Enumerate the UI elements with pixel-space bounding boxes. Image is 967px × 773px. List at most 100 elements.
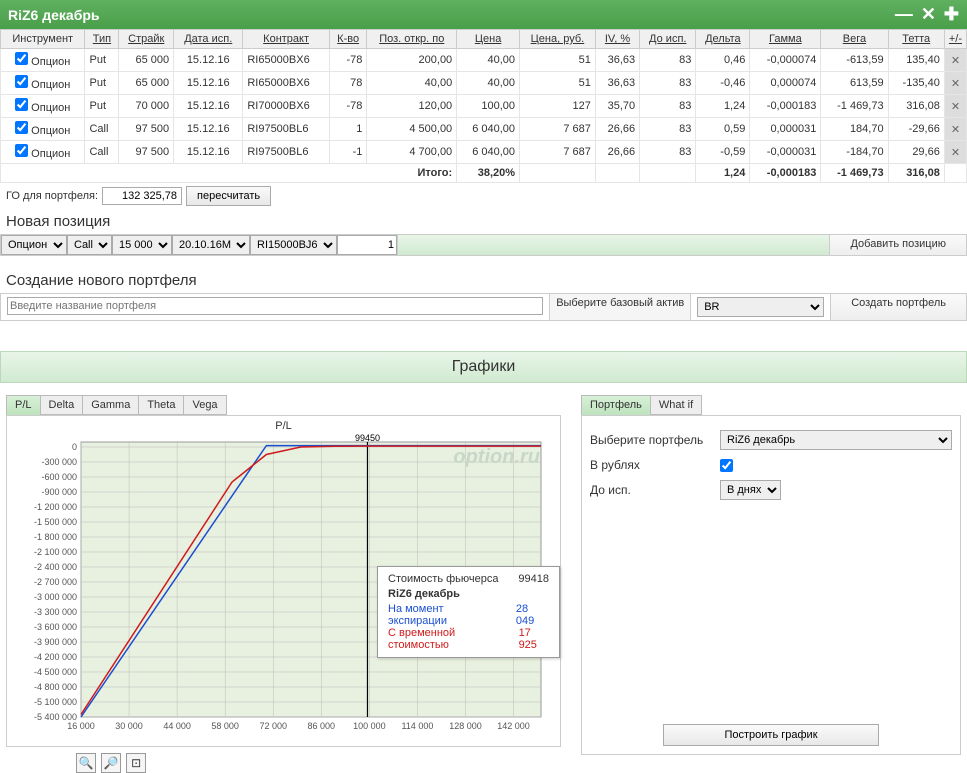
svg-text:-3 900 000: -3 900 000 xyxy=(34,637,77,647)
tab-p/l[interactable]: P/L xyxy=(6,395,41,415)
newpos-date[interactable]: 20.10.16M xyxy=(172,235,250,255)
recalc-button[interactable]: пересчитать xyxy=(186,186,271,206)
col-header[interactable]: Поз. откр. по xyxy=(367,30,457,49)
svg-text:86 000: 86 000 xyxy=(308,721,336,731)
col-header[interactable]: Инструмент xyxy=(1,30,85,49)
close-icon[interactable]: ✕ xyxy=(921,4,936,25)
row-checkbox[interactable] xyxy=(15,98,28,111)
days-select[interactable]: В днях xyxy=(720,480,781,500)
minimize-icon[interactable]: — xyxy=(895,4,913,25)
portfolio-name-input[interactable] xyxy=(7,297,543,315)
window-title: RiZ6 декабрь xyxy=(8,7,100,23)
row-checkbox[interactable] xyxy=(15,75,28,88)
svg-text:99450: 99450 xyxy=(355,433,380,443)
col-header[interactable]: +/- xyxy=(944,30,966,49)
svg-text:72 000: 72 000 xyxy=(259,721,287,731)
select-portfolio-label: Выберите портфель xyxy=(590,433,720,447)
svg-text:-3 300 000: -3 300 000 xyxy=(34,607,77,617)
svg-text:-1 800 000: -1 800 000 xyxy=(34,532,77,542)
delete-row-icon[interactable]: ✕ xyxy=(944,141,966,164)
newpos-type[interactable]: Call xyxy=(67,235,112,255)
newpos-contract[interactable]: RI15000BJ6 xyxy=(250,235,337,255)
base-asset-select[interactable]: BR xyxy=(697,297,824,317)
col-header[interactable]: Дельта xyxy=(696,30,750,49)
positions-table: ИнструментТипСтрайкДата исп.КонтрактК-во… xyxy=(0,29,967,183)
row-checkbox[interactable] xyxy=(15,121,28,134)
tab-портфель[interactable]: Портфель xyxy=(581,395,651,415)
svg-text:-4 800 000: -4 800 000 xyxy=(34,682,77,692)
svg-text:44 000: 44 000 xyxy=(163,721,191,731)
svg-text:58 000: 58 000 xyxy=(211,721,239,731)
right-tabs: ПортфельWhat if xyxy=(581,395,961,415)
svg-text:0: 0 xyxy=(72,442,77,452)
select-portfolio[interactable]: RiZ6 декабрь xyxy=(720,430,952,450)
table-row: Опцион Put70 00015.12.16 RI70000BX6-7812… xyxy=(1,95,967,118)
row-checkbox[interactable] xyxy=(15,52,28,65)
svg-text:-2 700 000: -2 700 000 xyxy=(34,577,77,587)
svg-text:-2 100 000: -2 100 000 xyxy=(34,547,77,557)
svg-text:-3 000 000: -3 000 000 xyxy=(34,592,77,602)
col-header[interactable]: Вега xyxy=(821,30,888,49)
col-header[interactable]: IV, % xyxy=(595,30,639,49)
tab-vega[interactable]: Vega xyxy=(183,395,226,415)
svg-text:142 000: 142 000 xyxy=(497,721,530,731)
tab-gamma[interactable]: Gamma xyxy=(82,395,139,415)
col-header[interactable]: Контракт xyxy=(243,30,330,49)
build-chart-button[interactable]: Построить график xyxy=(663,724,878,746)
zoom-out-icon[interactable]: 🔎 xyxy=(101,753,121,773)
col-header[interactable]: К-во xyxy=(329,30,366,49)
col-header[interactable]: Тетта xyxy=(888,30,944,49)
newpos-qty[interactable] xyxy=(337,235,397,255)
zoom-in-icon[interactable]: 🔍 xyxy=(76,753,96,773)
row-checkbox[interactable] xyxy=(15,144,28,157)
newpos-instr[interactable]: Опцион xyxy=(1,235,67,255)
zoom-toolbar: 🔍 🔎 ⊡ xyxy=(6,753,561,773)
tab-theta[interactable]: Theta xyxy=(138,395,184,415)
newpos-strike[interactable]: 15 000 xyxy=(112,235,172,255)
rub-checkbox[interactable] xyxy=(720,459,733,472)
newpos-row: Опцион Call 15 000 20.10.16M RI15000BJ6 … xyxy=(0,234,967,256)
svg-text:-300 000: -300 000 xyxy=(41,457,77,467)
delete-row-icon[interactable]: ✕ xyxy=(944,72,966,95)
table-row: Опцион Put65 00015.12.16 RI65000BX6-7820… xyxy=(1,49,967,72)
chart-title: P/L xyxy=(11,420,556,432)
table-row: Опцион Put65 00015.12.16 RI65000BX67840,… xyxy=(1,72,967,95)
createport-row: Выберите базовый актив BR Создать портфе… xyxy=(0,293,967,321)
add-icon[interactable]: ✚ xyxy=(944,4,959,25)
zoom-reset-icon[interactable]: ⊡ xyxy=(126,753,146,773)
col-header[interactable]: Цена, руб. xyxy=(520,30,596,49)
chart-tabs: P/LDeltaGammaThetaVega xyxy=(6,395,561,415)
svg-text:114 000: 114 000 xyxy=(401,721,433,731)
svg-text:-600 000: -600 000 xyxy=(41,472,77,482)
delete-row-icon[interactable]: ✕ xyxy=(944,118,966,141)
createport-heading: Создание нового портфеля xyxy=(0,268,967,293)
svg-text:-4 200 000: -4 200 000 xyxy=(34,652,77,662)
col-header[interactable]: До исп. xyxy=(640,30,696,49)
add-position-button[interactable]: Добавить позицию xyxy=(829,235,966,255)
col-header[interactable]: Тип xyxy=(85,30,119,49)
rub-label: В рублях xyxy=(590,458,720,472)
delete-row-icon[interactable]: ✕ xyxy=(944,49,966,72)
svg-text:128 000: 128 000 xyxy=(449,721,482,731)
go-value[interactable] xyxy=(102,187,182,205)
svg-text:-3 600 000: -3 600 000 xyxy=(34,622,77,632)
svg-text:16 000: 16 000 xyxy=(67,721,95,731)
svg-text:30 000: 30 000 xyxy=(115,721,143,731)
table-row: Опцион Call97 50015.12.16 RI97500BL614 5… xyxy=(1,118,967,141)
chart-tooltip: Стоимость фьючерса99418 RiZ6 декабрь На … xyxy=(377,566,560,658)
svg-text:-900 000: -900 000 xyxy=(41,487,77,497)
days-label: До исп. xyxy=(590,483,720,497)
svg-text:-1 500 000: -1 500 000 xyxy=(34,517,77,527)
col-header[interactable]: Дата исп. xyxy=(174,30,243,49)
titlebar: RiZ6 декабрь — ✕ ✚ xyxy=(0,0,967,29)
create-portfolio-button[interactable]: Создать портфель xyxy=(831,294,966,320)
col-header[interactable]: Цена xyxy=(457,30,520,49)
col-header[interactable]: Гамма xyxy=(750,30,821,49)
tab-what-if[interactable]: What if xyxy=(650,395,702,415)
svg-text:-4 500 000: -4 500 000 xyxy=(34,667,77,677)
col-header[interactable]: Страйк xyxy=(119,30,174,49)
tab-delta[interactable]: Delta xyxy=(40,395,84,415)
chart-area: P/L option.ru 0-300 000-600 000-900 000-… xyxy=(6,415,561,747)
charts-header: Графики xyxy=(0,351,967,383)
delete-row-icon[interactable]: ✕ xyxy=(944,95,966,118)
